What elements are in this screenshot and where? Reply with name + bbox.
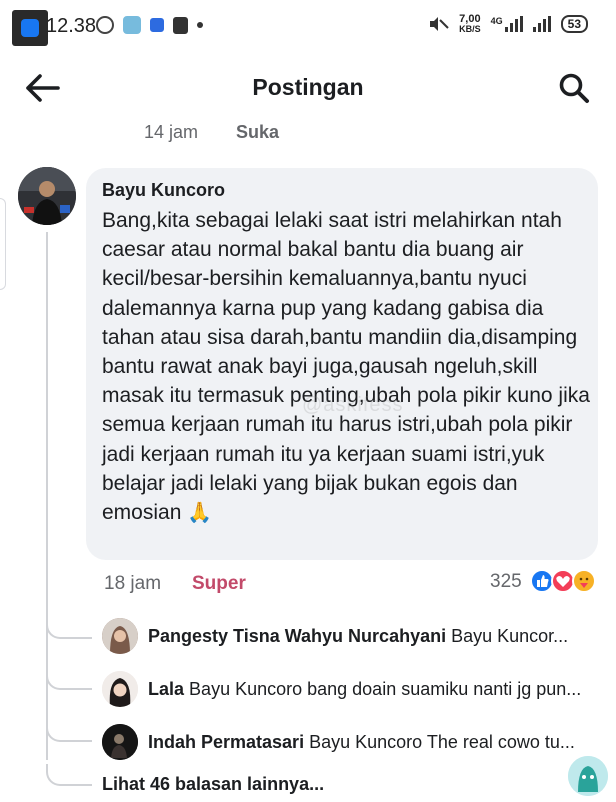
- view-more-replies-link[interactable]: Lihat 46 balasan lainnya...: [102, 774, 324, 795]
- care-reaction-icon: [572, 569, 596, 593]
- avatar[interactable]: [102, 618, 138, 654]
- card-edge-fragment: [0, 198, 6, 290]
- mute-icon: [430, 17, 449, 31]
- app-header: Postingan: [0, 60, 616, 116]
- thread-branch: [46, 668, 92, 690]
- reply-text: Lala Bayu Kuncoro bang doain suamiku nan…: [148, 678, 582, 699]
- reply-author[interactable]: Indah Permatasari: [148, 732, 304, 752]
- app-switcher-icon[interactable]: [12, 10, 48, 46]
- reaction-summary[interactable]: [530, 569, 602, 595]
- shopping-bag-icon: [173, 16, 188, 34]
- thread-branch: [46, 764, 92, 786]
- reaction-button[interactable]: Super: [192, 573, 246, 595]
- comment-bubble[interactable]: Bayu Kuncoro Bang,kita sebagai lelaki sa…: [86, 168, 598, 560]
- avatar[interactable]: [18, 167, 76, 225]
- page-title: Postingan: [252, 74, 364, 100]
- profile-photo: [18, 167, 76, 225]
- network-speed: 7,00 KB/S: [459, 13, 481, 35]
- comment-time: 18 jam: [104, 573, 162, 594]
- reply-author[interactable]: Pangesty Tisna Wahyu Nurcahyani: [148, 626, 446, 646]
- assistant-icon: [568, 756, 608, 796]
- comment-author[interactable]: Bayu Kuncoro: [102, 180, 584, 201]
- watermark: @askifess: [302, 394, 404, 416]
- thread-branch: [46, 720, 92, 742]
- previous-comment-time: 14 jam: [144, 122, 199, 142]
- folded-hands-icon: 🙏: [187, 502, 213, 525]
- avatar[interactable]: [102, 671, 138, 707]
- search-button[interactable]: [556, 70, 592, 106]
- avatar[interactable]: [102, 724, 138, 760]
- reply-text: Indah Permatasari Bayu Kuncoro The real …: [148, 731, 575, 752]
- like-button[interactable]: Suka: [236, 122, 279, 143]
- battery-indicator: 53: [560, 15, 588, 33]
- signal-2: [532, 16, 551, 32]
- reply-author[interactable]: Lala: [148, 679, 184, 699]
- messenger-icon: [123, 16, 141, 34]
- app-notification-icon: [150, 18, 164, 32]
- reply-item[interactable]: Lala Bayu Kuncoro bang doain suamiku nan…: [102, 671, 602, 707]
- status-bar: 12.38 7,00 KB/S 4G 53: [0, 0, 616, 52]
- signal-1: 4G: [491, 16, 523, 32]
- reaction-count[interactable]: 325: [490, 571, 522, 593]
- status-time: 12.38: [46, 15, 97, 37]
- reply-text: Pangesty Tisna Wahyu Nurcahyani Bayu Kun…: [148, 625, 569, 646]
- search-icon: [559, 73, 589, 103]
- notification-icons: [96, 16, 203, 34]
- reply-item[interactable]: Pangesty Tisna Wahyu Nurcahyani Bayu Kun…: [102, 618, 602, 654]
- whatsapp-icon: [96, 16, 114, 34]
- floating-avatar-button[interactable]: [568, 756, 608, 796]
- reply-item[interactable]: Indah Permatasari Bayu Kuncoro The real …: [102, 724, 602, 760]
- system-icons: 7,00 KB/S 4G 53: [427, 14, 588, 34]
- comment-text: Bang,kita sebagai lelaki saat istri mela…: [102, 206, 596, 528]
- thread-branch: [46, 617, 92, 639]
- more-notifications-dot: [197, 22, 203, 28]
